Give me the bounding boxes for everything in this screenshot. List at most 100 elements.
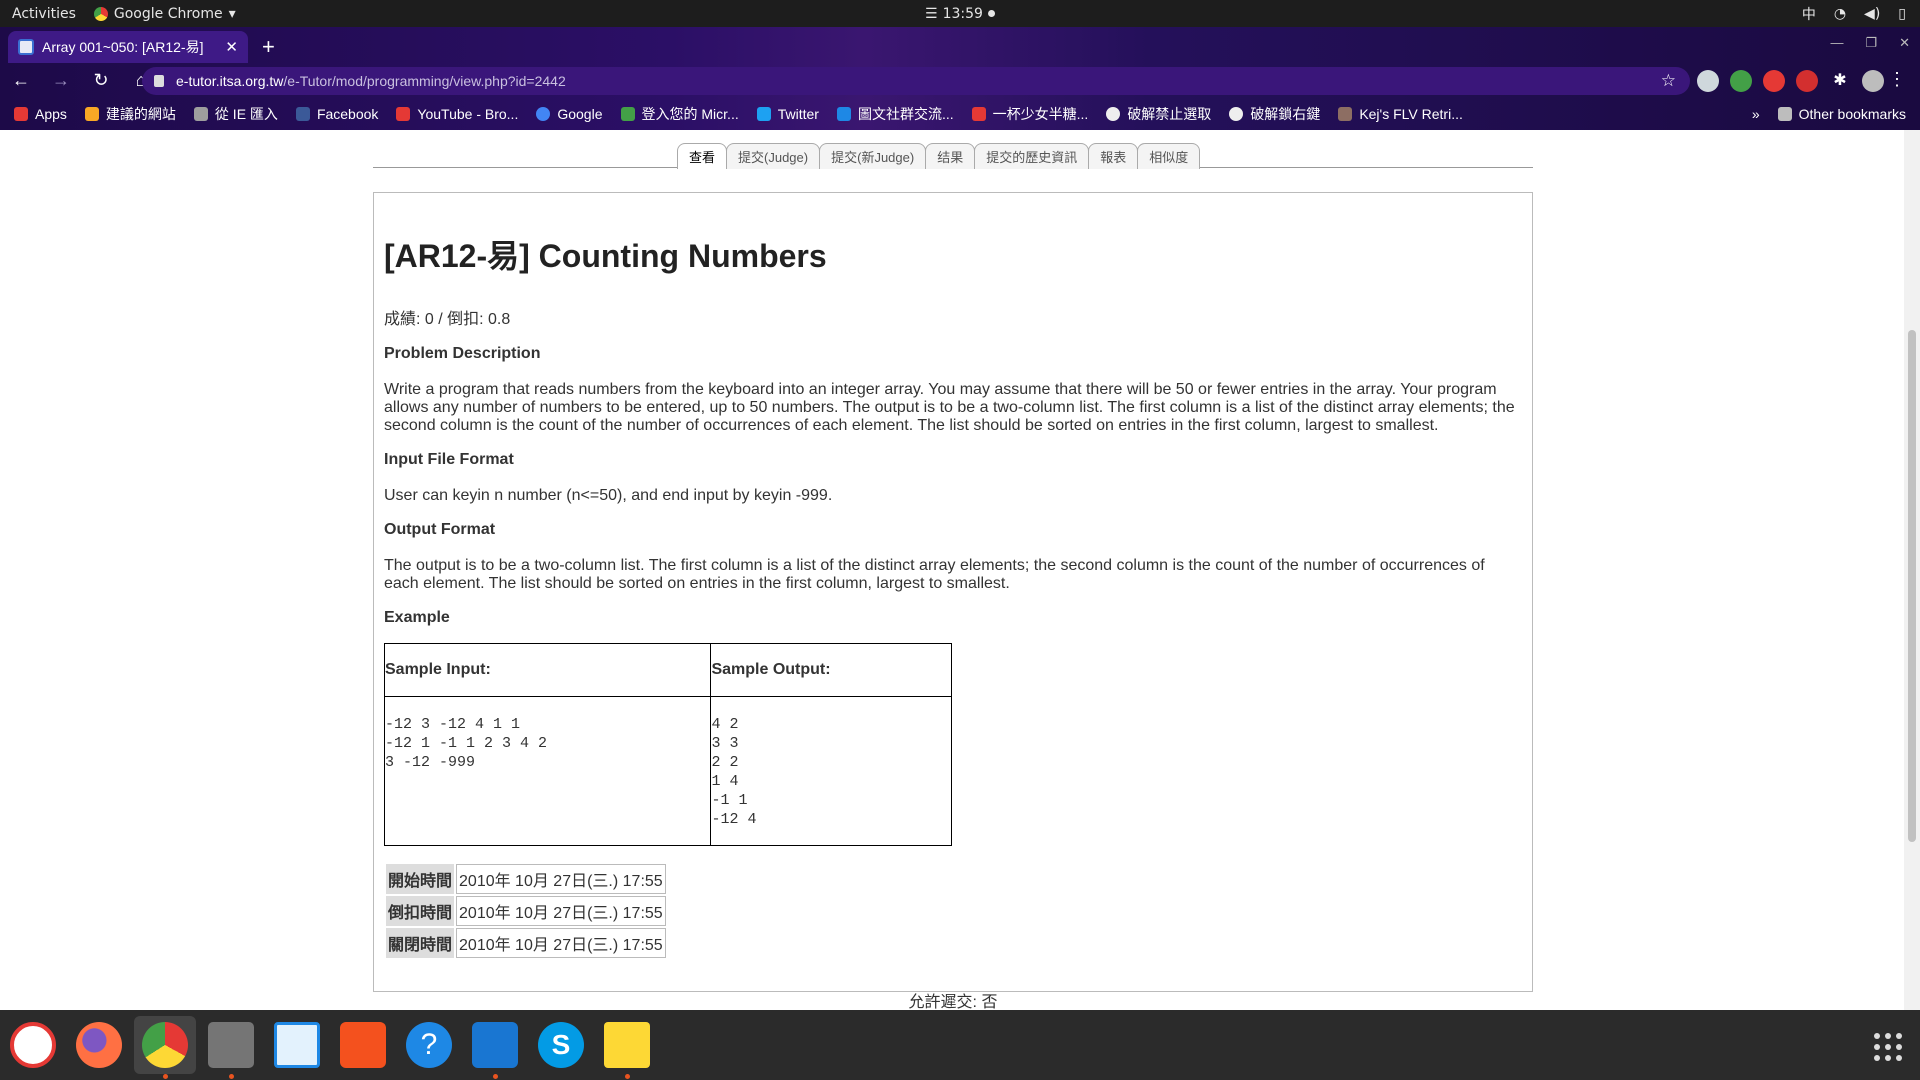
tab-results[interactable]: 结果 — [925, 143, 976, 169]
chrome-small-icon — [93, 6, 108, 21]
bookmark-label: Google — [557, 105, 603, 122]
help-icon[interactable]: ? — [406, 1022, 452, 1068]
bookmark-favicon-icon — [971, 106, 986, 121]
bookmark-item[interactable]: 建議的網站 — [84, 104, 176, 124]
puzzle-icon[interactable]: ✱ — [1829, 70, 1851, 92]
output-format-heading: Output Format — [384, 521, 496, 538]
close-window-icon[interactable]: ✕ — [1899, 35, 1910, 51]
bookmark-item[interactable]: 從 IE 匯入 — [193, 104, 278, 124]
input-format-text: User can keyin n number (n<=50), and end… — [384, 487, 833, 504]
ubuntu-dock: ? S — [0, 1010, 1920, 1080]
globe-icon — [1106, 106, 1121, 121]
bookmark-item[interactable]: 破解鎖右鍵 — [1229, 104, 1320, 124]
other-bookmarks[interactable]: Other bookmarks — [1777, 106, 1906, 122]
browser-tab-active[interactable]: Array 001~050: [AR12-易] ✕ — [8, 31, 248, 63]
url-path: /e-Tutor/mod/programming/view.php?id=244… — [283, 73, 566, 89]
bookmark-item[interactable]: 登入您的 Micr... — [620, 104, 739, 124]
bookmark-star-icon[interactable]: ☆ — [1661, 71, 1676, 91]
vscode-icon[interactable] — [472, 1022, 518, 1079]
table-row: 關閉時間 2010年 10月 27日(三.) 17:55 — [386, 928, 666, 958]
scrollbar-thumb[interactable] — [1908, 330, 1916, 842]
bookmark-item[interactable]: Kej's FLV Retri... — [1338, 106, 1463, 122]
globe-icon — [1229, 106, 1244, 121]
activity-tabs-row: 查看 提交(Judge) 提交(新Judge) 结果 提交的歷史資訊 報表 相似… — [373, 130, 1533, 169]
bookmark-label: 從 IE 匯入 — [214, 105, 278, 122]
extension-icon[interactable] — [1763, 70, 1785, 92]
address-bar[interactable]: e-tutor.itsa.org.tw /e-Tutor/mod/program… — [142, 67, 1690, 95]
bookmark-item[interactable]: Google — [536, 105, 603, 122]
url-host: e-tutor.itsa.org.tw — [176, 73, 284, 89]
image-viewer-icon[interactable] — [274, 1022, 320, 1068]
extension-icon[interactable] — [1730, 70, 1752, 92]
bookmark-label: 建議的網站 — [105, 105, 176, 122]
yandex-browser-icon[interactable] — [10, 1022, 56, 1068]
app-menu[interactable]: Google Chrome ▾ — [93, 5, 236, 22]
problem-box: [AR12-易] Counting Numbers 成績: 0 / 倒扣: 0.… — [373, 192, 1533, 1010]
bookmarks-overflow: » Other bookmarks — [1752, 106, 1906, 122]
bookmark-label: Apps — [35, 105, 67, 122]
page-viewport: 查看 提交(Judge) 提交(新Judge) 结果 提交的歷史資訊 報表 相似… — [0, 130, 1904, 1010]
chevron-double-right-icon[interactable]: » — [1752, 106, 1760, 122]
example-table: Sample Input: Sample Output: -12 3 -12 4… — [383, 643, 952, 846]
firefox-icon[interactable] — [76, 1022, 122, 1068]
folder-icon — [1777, 106, 1792, 121]
chrome-menu-icon[interactable]: ⋮ — [1888, 69, 1906, 90]
bookmark-item[interactable]: 圖文社群交流... — [836, 104, 954, 124]
chrome-icon[interactable] — [142, 1022, 188, 1079]
new-tab-button[interactable]: + — [262, 34, 275, 60]
bookmark-favicon-icon — [1338, 106, 1353, 121]
clock[interactable]: ☰ 13:59 — [925, 6, 995, 22]
activities-button[interactable]: Activities — [0, 6, 88, 22]
time-table: 開始時間 2010年 10月 27日(三.) 17:55 倒扣時間 2010年 10… — [384, 862, 668, 960]
browser-chrome: Array 001~050: [AR12-易] ✕ + — ❐ ✕ ← → ↻ … — [0, 27, 1920, 130]
skype-icon[interactable]: S — [538, 1022, 584, 1068]
tab-strip: Array 001~050: [AR12-易] ✕ + — ❐ ✕ — [0, 27, 1920, 63]
bookmark-item[interactable]: YouTube - Bro... — [396, 106, 518, 122]
close-tab-icon[interactable]: ✕ — [225, 38, 238, 56]
extension-icon[interactable] — [1796, 70, 1818, 92]
bookmark-favicon-icon — [84, 106, 99, 121]
system-tray[interactable]: 中 ◔ ◀) ▯ — [1802, 4, 1906, 24]
bookmark-item[interactable]: Facebook — [295, 106, 378, 122]
bookmark-label: 破解禁止選取 — [1127, 105, 1212, 122]
forward-icon[interactable]: → — [50, 70, 72, 91]
tab-view[interactable]: 查看 — [677, 143, 728, 169]
input-method-indicator[interactable]: 中 — [1802, 4, 1816, 24]
problem-title: [AR12-易] Counting Numbers — [384, 238, 827, 274]
app-menu-label: Google Chrome — [113, 5, 223, 22]
reload-icon[interactable]: ↻ — [90, 70, 112, 91]
lock-icon[interactable] — [154, 75, 164, 87]
restore-icon[interactable]: ❐ — [1865, 35, 1877, 51]
notification-dot-icon — [987, 10, 995, 17]
show-applications-icon[interactable] — [1874, 1033, 1902, 1061]
favicon-icon — [18, 39, 34, 55]
files-icon[interactable] — [208, 1022, 254, 1079]
tab-submit-new-judge[interactable]: 提交(新Judge) — [819, 143, 927, 169]
clock-label: 13:59 — [942, 5, 983, 22]
table-row: 開始時間 2010年 10月 27日(三.) 17:55 — [386, 864, 666, 894]
facebook-icon — [295, 106, 310, 121]
time-label: 關閉時間 — [386, 928, 455, 958]
page-scrollbar[interactable] — [1904, 130, 1920, 1010]
minimize-icon[interactable]: — — [1830, 35, 1843, 51]
bookmark-label: 圖文社群交流... — [857, 105, 954, 122]
time-value: 2010年 10月 27日(三.) 17:55 — [456, 864, 666, 894]
wifi-icon: ◔ — [1833, 5, 1847, 22]
profile-avatar[interactable] — [1862, 70, 1884, 92]
bookmark-item[interactable]: Twitter — [756, 105, 819, 122]
bookmark-label: Twitter — [777, 105, 819, 122]
tab-submit-judge[interactable]: 提交(Judge) — [726, 143, 821, 169]
tab-submission-history[interactable]: 提交的歷史資訊 — [974, 143, 1090, 169]
tab-report[interactable]: 報表 — [1088, 143, 1139, 169]
tab-similarity[interactable]: 相似度 — [1137, 143, 1201, 169]
input-format-heading: Input File Format — [384, 451, 514, 468]
bookmark-item[interactable]: 一杯少女半糖... — [971, 104, 1088, 124]
extension-icon[interactable] — [1697, 70, 1719, 92]
software-center-icon[interactable] — [340, 1022, 386, 1068]
back-icon[interactable]: ← — [10, 70, 32, 91]
bookmark-item[interactable]: 破解禁止選取 — [1106, 104, 1211, 124]
text-editor-icon[interactable] — [604, 1022, 650, 1079]
battery-icon: ▯ — [1898, 5, 1906, 22]
time-value: 2010年 10月 27日(三.) 17:55 — [456, 928, 666, 958]
bookmark-item[interactable]: Apps — [14, 106, 67, 122]
